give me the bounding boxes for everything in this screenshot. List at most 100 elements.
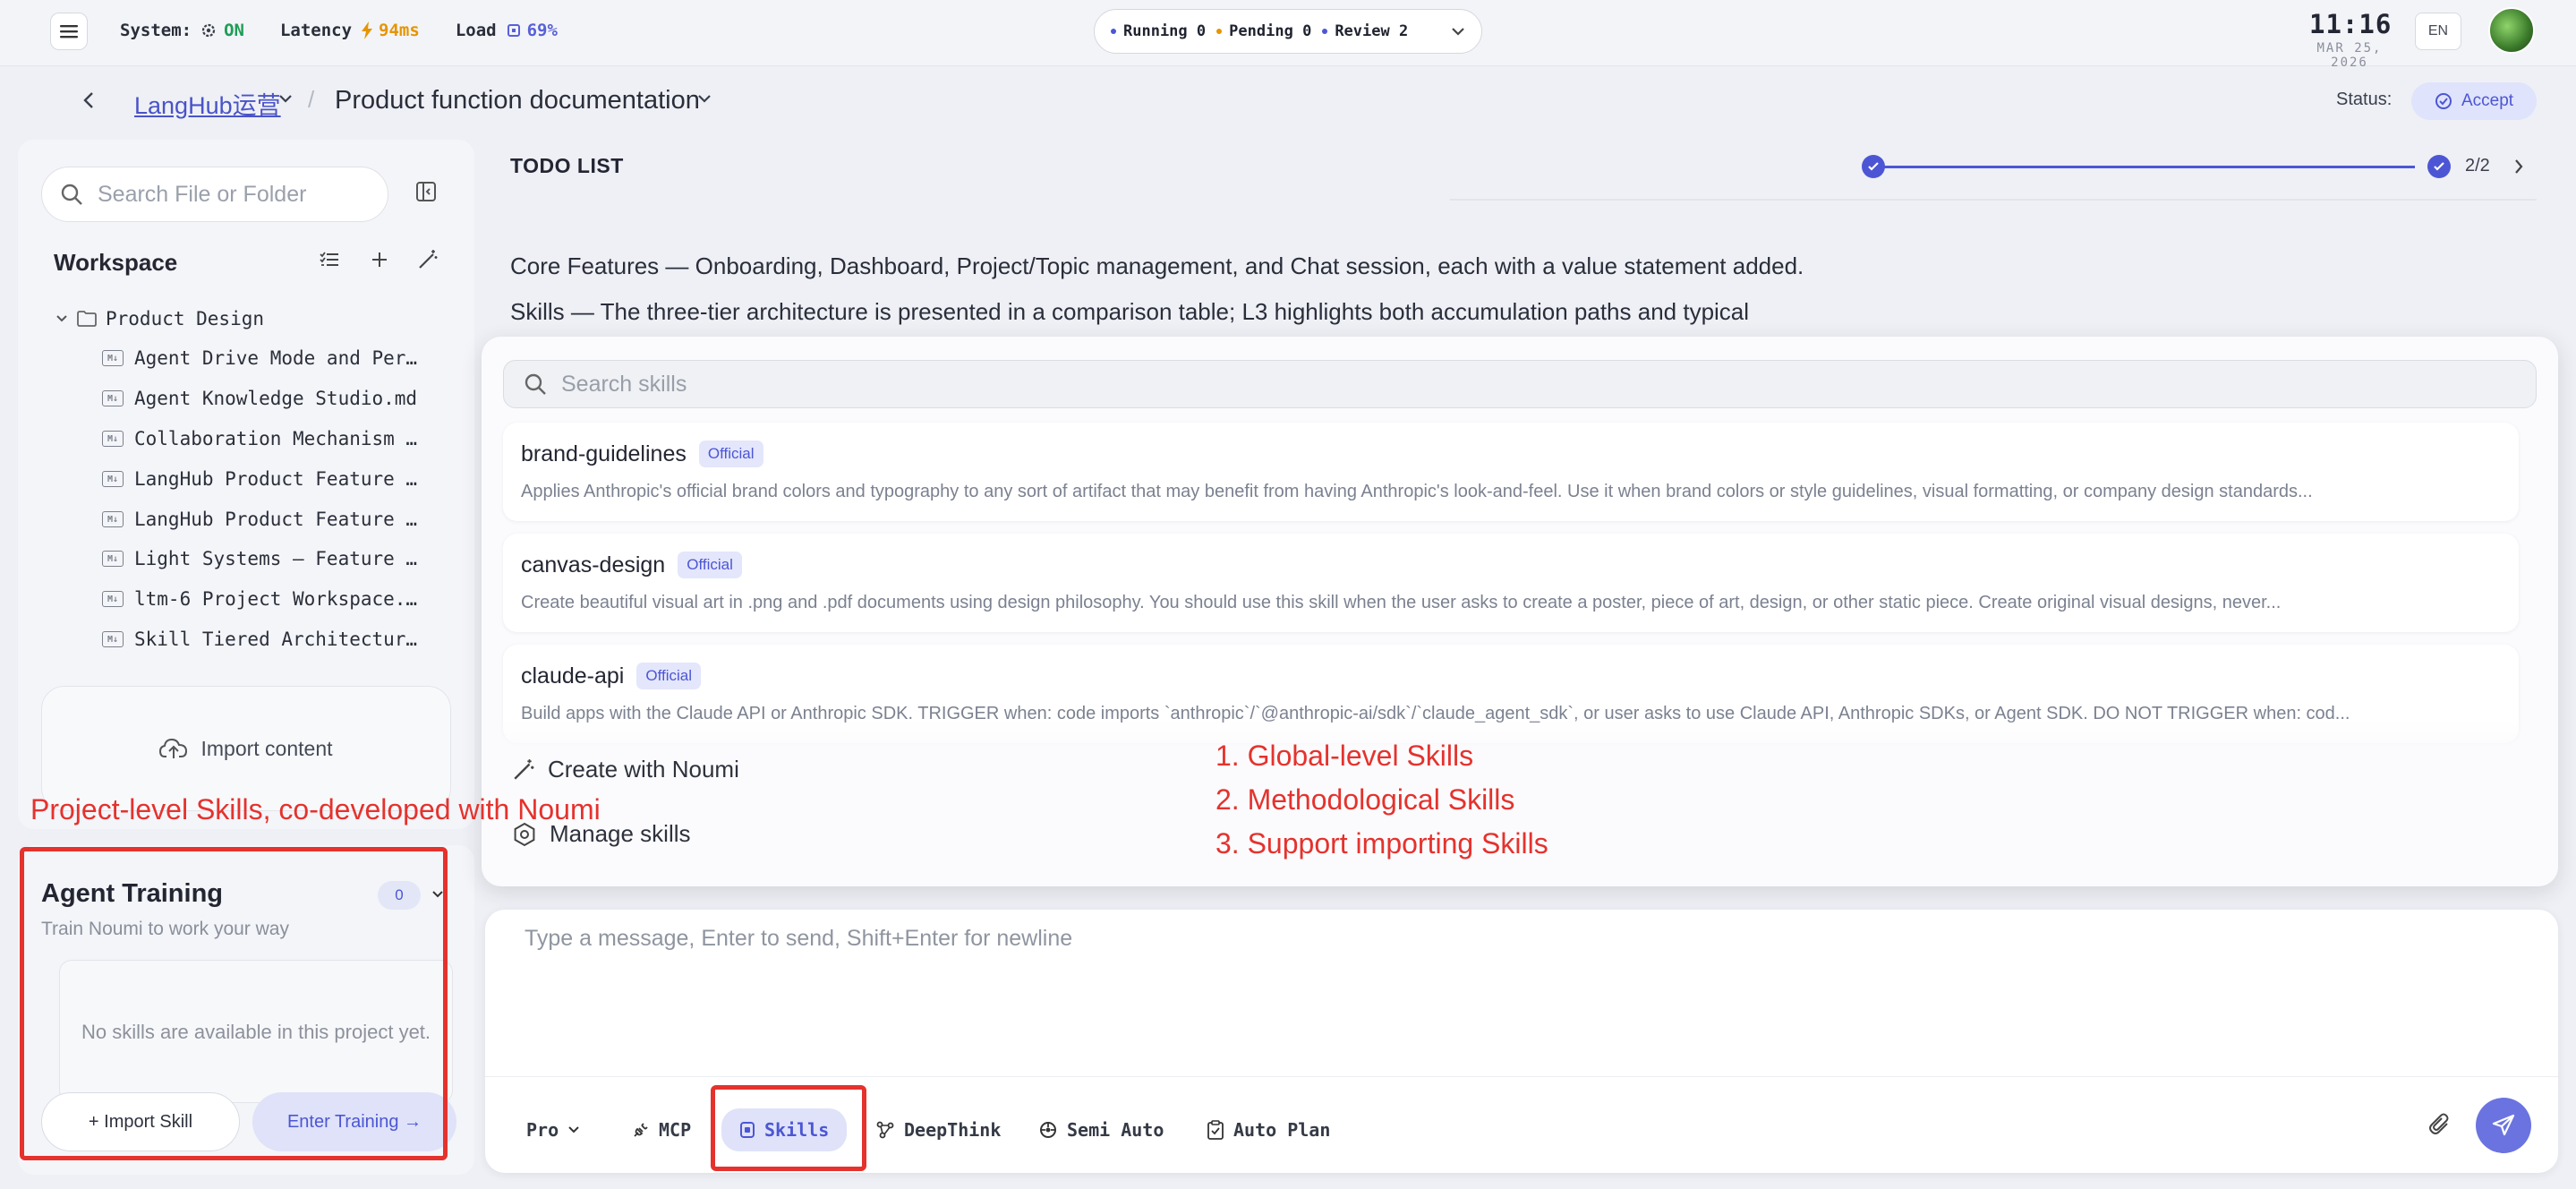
semi-auto-button[interactable]: Semi Auto xyxy=(1038,1112,1164,1148)
create-with-noumi-button[interactable]: Create with Noumi xyxy=(512,756,739,783)
clock-hours: 11 xyxy=(2309,9,2342,39)
skill-name: canvas-design xyxy=(521,552,666,577)
network-icon xyxy=(875,1120,895,1140)
steering-icon xyxy=(1038,1120,1058,1140)
semi-auto-label: Semi Auto xyxy=(1067,1119,1164,1141)
create-label: Create with Noumi xyxy=(548,756,739,783)
paperclip-icon[interactable] xyxy=(2427,1112,2452,1137)
todo-title: TODO LIST xyxy=(510,154,624,177)
file-item[interactable]: M↓ LangHub Product Feature … xyxy=(102,509,417,530)
file-label: Agent Drive Mode and Per… xyxy=(134,347,418,369)
breadcrumb-project[interactable]: LangHub运营 xyxy=(134,86,281,121)
avatar[interactable] xyxy=(2488,7,2535,54)
file-search-input[interactable] xyxy=(98,181,366,208)
todo-item: Skills — The three-tier architecture is … xyxy=(510,298,1750,325)
file-item[interactable]: M↓ Skill Tiered Architectur… xyxy=(102,629,417,650)
annotation-line: 1. Global-level Skills xyxy=(1215,740,1474,772)
clock-minutes: 16 xyxy=(2358,9,2393,39)
markdown-icon: M↓ xyxy=(102,591,124,607)
skill-item[interactable]: brand-guidelines Official Applies Anthrop… xyxy=(503,423,2519,521)
folder-product-design[interactable]: Product Design xyxy=(55,308,264,329)
skills-popup: brand-guidelines Official Applies Anthrop… xyxy=(482,337,2558,886)
official-badge: Official xyxy=(636,663,702,689)
language-button[interactable]: EN xyxy=(2415,13,2461,50)
magic-wand-icon[interactable] xyxy=(417,249,439,270)
chevron-down-icon[interactable] xyxy=(277,93,294,104)
annotation-project-skills: Project-level Skills, co-developed with … xyxy=(30,793,601,825)
skill-name: brand-guidelines xyxy=(521,441,687,466)
file-item[interactable]: M↓ Agent Drive Mode and Per… xyxy=(102,347,417,369)
progress-line xyxy=(1881,166,2415,168)
chevron-down-icon xyxy=(55,314,68,323)
official-badge: Official xyxy=(678,552,742,578)
list-icon[interactable] xyxy=(319,249,340,270)
system-value: ON xyxy=(224,21,244,40)
list-fade xyxy=(482,718,2558,754)
magic-wand-icon xyxy=(512,758,535,782)
latency-label: Latency xyxy=(279,21,353,40)
plug-icon xyxy=(632,1121,650,1139)
search-icon xyxy=(524,372,547,396)
annotation-line: 2. Methodological Skills xyxy=(1215,783,1515,816)
lightning-icon xyxy=(361,21,373,39)
deepthink-button[interactable]: DeepThink xyxy=(875,1112,1001,1148)
file-label: Skill Tiered Architectur… xyxy=(134,629,418,650)
search-icon xyxy=(60,183,83,206)
markdown-icon: M↓ xyxy=(102,551,124,567)
file-label: LangHub Product Feature … xyxy=(134,468,418,490)
clock: 11:16 Mar 25, 2026 xyxy=(2309,9,2393,70)
chevron-down-icon[interactable] xyxy=(1451,27,1465,36)
check-circle-icon xyxy=(2435,92,2452,110)
file-item[interactable]: M↓ Light Systems — Feature … xyxy=(102,548,417,569)
plus-icon[interactable] xyxy=(369,249,390,270)
message-input[interactable] xyxy=(525,926,2494,1060)
system-label: System: xyxy=(120,21,192,40)
file-item[interactable]: M↓ Agent Knowledge Studio.md xyxy=(102,388,417,409)
model-selector[interactable]: Pro xyxy=(526,1112,580,1148)
mcp-label: MCP xyxy=(659,1119,692,1141)
send-button[interactable] xyxy=(2476,1098,2531,1153)
load-label: Load xyxy=(455,21,497,40)
file-item[interactable]: M↓ ltm-6 Project Workspace.… xyxy=(102,588,417,610)
skill-description: Create beautiful visual art in .png and … xyxy=(521,593,2282,612)
task-queue-pill[interactable]: Running 0 Pending 0 Review 2 xyxy=(1094,9,1482,54)
mcp-button[interactable]: MCP xyxy=(632,1112,691,1148)
clock-separator: : xyxy=(2341,9,2359,39)
chevron-right-icon[interactable] xyxy=(2513,158,2524,175)
highlight-box-skills xyxy=(711,1085,866,1171)
menu-button[interactable] xyxy=(50,13,88,50)
clipboard-icon xyxy=(1207,1120,1224,1140)
skill-description: Applies Anthropic's official brand color… xyxy=(521,482,2313,501)
cpu-icon xyxy=(506,22,522,38)
todo-item: Core Features — Onboarding, Dashboard, P… xyxy=(510,252,1804,279)
latency-value: 94ms xyxy=(379,21,420,40)
sidebar-toggle-icon[interactable] xyxy=(415,181,437,202)
file-item[interactable]: M↓ LangHub Product Feature … xyxy=(102,468,417,490)
chevron-down-icon[interactable] xyxy=(696,93,712,104)
skills-search-input[interactable] xyxy=(561,371,2351,398)
gear-icon xyxy=(200,22,217,38)
back-arrow-icon[interactable] xyxy=(82,86,104,115)
file-item[interactable]: M↓ Collaboration Mechanism … xyxy=(102,428,417,449)
breadcrumb-page[interactable]: Product function documentation xyxy=(335,86,700,115)
markdown-icon: M↓ xyxy=(102,471,124,487)
divider xyxy=(1450,199,2537,201)
import-content-button[interactable]: Import content xyxy=(41,686,451,811)
accept-status-badge[interactable]: Accept xyxy=(2411,82,2537,120)
deepthink-label: DeepThink xyxy=(904,1119,1002,1141)
chevron-down-icon xyxy=(567,1125,580,1134)
skills-search[interactable] xyxy=(503,360,2537,408)
running-status: Running 0 xyxy=(1111,22,1206,40)
status-label: Status: xyxy=(2336,90,2393,109)
official-badge: Official xyxy=(698,441,763,467)
progress-step-2 xyxy=(2427,155,2451,178)
markdown-icon: M↓ xyxy=(102,390,124,406)
skill-item[interactable]: canvas-design Official Create beautiful v… xyxy=(503,534,2519,632)
progress-step-1 xyxy=(1862,155,1885,178)
markdown-icon: M↓ xyxy=(102,631,124,647)
auto-plan-button[interactable]: Auto Plan xyxy=(1207,1112,1330,1148)
file-label: Light Systems — Feature … xyxy=(134,548,418,569)
file-search[interactable] xyxy=(41,167,388,222)
load-value: 69% xyxy=(526,21,558,40)
divider xyxy=(485,1076,2558,1077)
